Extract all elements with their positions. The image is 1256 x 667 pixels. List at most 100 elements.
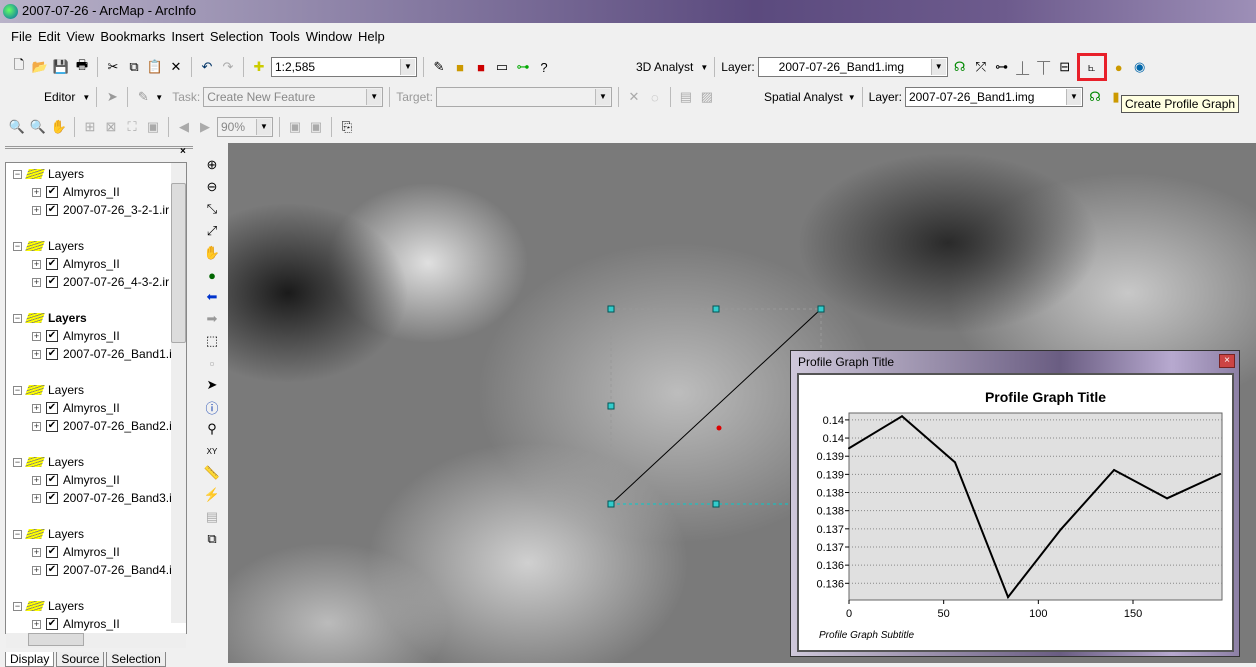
expand-icon[interactable]: + <box>32 187 41 197</box>
open-icon[interactable]: 📂 <box>31 58 49 76</box>
full-extent-icon[interactable]: ● <box>203 266 221 284</box>
3d-layer-combo[interactable]: 2007-07-26_Band1.img ▼ <box>757 57 948 77</box>
tab-selection[interactable]: Selection <box>106 652 166 667</box>
data-frame-row[interactable]: − Layers <box>13 239 84 253</box>
data-frame-row[interactable]: − Layers <box>13 383 84 397</box>
paste-icon[interactable]: 📋 <box>146 58 164 76</box>
html-popup-icon[interactable]: ▤ <box>203 508 221 526</box>
close-icon[interactable]: × <box>180 146 186 157</box>
layer-visibility-checkbox[interactable]: ✔ <box>46 204 58 216</box>
measure-icon[interactable]: 📏 <box>203 464 221 482</box>
expand-icon[interactable]: + <box>32 205 41 215</box>
layer-visibility-checkbox[interactable]: ✔ <box>46 276 58 288</box>
arccatalog-icon[interactable]: ■ <box>451 58 469 76</box>
expand-icon[interactable]: + <box>32 259 41 269</box>
menu-window[interactable]: Window <box>303 29 355 47</box>
collapse-icon[interactable]: − <box>13 457 22 467</box>
close-button[interactable]: × <box>1219 354 1235 368</box>
chevron-down-icon[interactable]: ▼ <box>1066 89 1081 105</box>
expand-icon[interactable]: + <box>32 493 41 503</box>
edit-tool-icon[interactable]: ➤ <box>103 88 121 106</box>
sa-layer-combo[interactable]: 2007-07-26_Band1.img ▼ <box>905 87 1083 107</box>
fixed-zoom-out-icon[interactable]: ⤢ <box>203 222 221 240</box>
expand-icon[interactable]: + <box>32 349 41 359</box>
cut-icon[interactable]: ✂ <box>104 58 122 76</box>
zoom-percent-combo[interactable]: 90% ▼ <box>217 117 273 137</box>
collapse-icon[interactable]: − <box>13 601 22 611</box>
new-icon[interactable]: 🗋 <box>10 57 28 76</box>
layer-visibility-checkbox[interactable]: ✔ <box>46 474 58 486</box>
modelbuilder-icon[interactable]: ⊶ <box>514 58 532 76</box>
zoom-in-layout-icon[interactable]: 🔍 <box>8 118 26 136</box>
layer-visibility-checkbox[interactable]: ✔ <box>46 330 58 342</box>
chevron-down-icon[interactable]: ▼ <box>594 89 610 105</box>
data-frame-row[interactable]: − Layers <box>13 311 87 325</box>
expand-icon[interactable]: + <box>32 331 41 341</box>
line-of-sight-icon[interactable]: ⊶ <box>993 58 1011 76</box>
data-frame-row[interactable]: − Layers <box>13 455 84 469</box>
task-combo[interactable]: Create New Feature ▼ <box>203 87 384 107</box>
zoom-whole-page-icon[interactable]: ⛶ <box>123 118 141 136</box>
layer-visibility-checkbox[interactable]: ✔ <box>46 348 58 360</box>
layer-row[interactable]: + ✔ 2007-07-26_4-3-2.ir <box>32 275 169 289</box>
chevron-down-icon[interactable]: ▼ <box>930 59 946 75</box>
zoom-out-icon[interactable]: ⊖ <box>203 178 221 196</box>
sketch-properties-icon[interactable]: ▨ <box>698 88 716 106</box>
expand-icon[interactable]: + <box>32 547 41 557</box>
zoom-out-layout-icon[interactable]: 🔍 <box>29 118 47 136</box>
fixed-zoom-in-icon[interactable]: ⊞ <box>81 118 99 136</box>
sketch-tool-icon[interactable]: ✎ <box>134 88 152 106</box>
contour-icon[interactable]: ☊ <box>1086 88 1104 106</box>
pan-layout-icon[interactable]: ✋ <box>50 118 68 136</box>
3d-analyst-menu[interactable]: 3D Analyst <box>632 60 697 74</box>
expand-icon[interactable]: + <box>32 277 41 287</box>
layer-visibility-checkbox[interactable]: ✔ <box>46 402 58 414</box>
expand-icon[interactable]: + <box>32 565 41 575</box>
menu-tools[interactable]: Tools <box>266 29 302 47</box>
layer-row[interactable]: + ✔ Almyros_II <box>32 185 120 199</box>
menu-selection[interactable]: Selection <box>207 29 266 47</box>
tab-display[interactable]: Display <box>5 652 55 667</box>
split-tool-icon[interactable]: ✕ <box>625 88 643 106</box>
arctoolbox-icon[interactable]: ■ <box>472 58 490 76</box>
editor-toolbar-icon[interactable]: ✎ <box>430 58 448 76</box>
menu-help[interactable]: Help <box>355 29 388 47</box>
add-data-icon[interactable]: ✚ <box>250 58 268 76</box>
collapse-icon[interactable]: − <box>13 169 22 179</box>
pan-icon[interactable]: ✋ <box>203 244 221 262</box>
layer-visibility-checkbox[interactable]: ✔ <box>46 546 58 558</box>
select-elements-icon[interactable]: ➤ <box>203 376 221 394</box>
clear-selection-icon[interactable]: ▫ <box>203 354 221 372</box>
menu-bookmarks[interactable]: Bookmarks <box>97 29 168 47</box>
copy-icon[interactable]: ⧉ <box>125 58 143 76</box>
editor-menu[interactable]: Editor <box>40 90 79 104</box>
layer-visibility-checkbox[interactable]: ✔ <box>46 492 58 504</box>
command-line-icon[interactable]: ▭ <box>493 58 511 76</box>
layer-row[interactable]: + ✔ 2007-07-26_Band2.i <box>32 419 172 433</box>
rotate-tool-icon[interactable]: ◌ <box>646 88 664 106</box>
fixed-zoom-in-icon[interactable]: ⤡ <box>203 200 221 218</box>
delete-icon[interactable]: ✕ <box>167 58 185 76</box>
layer-row[interactable]: + ✔ Almyros_II <box>32 329 120 343</box>
layer-row[interactable]: + ✔ 2007-07-26_Band3.i <box>32 491 172 505</box>
expand-icon[interactable]: + <box>32 619 41 629</box>
chevron-down-icon[interactable]: ▼ <box>400 59 415 75</box>
expand-icon[interactable]: + <box>32 475 41 485</box>
forward-arrow-icon[interactable]: ➡ <box>203 310 221 328</box>
chevron-down-icon[interactable]: ▼ <box>366 89 382 105</box>
arcscene-icon[interactable]: ● <box>1110 58 1128 76</box>
identify-icon[interactable]: ⓘ <box>203 398 221 416</box>
spatial-analyst-menu[interactable]: Spatial Analyst <box>762 90 845 104</box>
whats-this-icon[interactable]: ? <box>535 58 553 76</box>
layer-visibility-checkbox[interactable]: ✔ <box>46 186 58 198</box>
layer-row[interactable]: + ✔ 2007-07-26_3-2-1.ir <box>32 203 169 217</box>
layer-row[interactable]: + ✔ Almyros_II <box>32 401 120 415</box>
back-arrow-icon[interactable]: ⬅ <box>203 288 221 306</box>
toc-horizontal-scrollbar[interactable] <box>6 633 186 648</box>
collapse-icon[interactable]: − <box>13 241 22 251</box>
fixed-zoom-out-icon[interactable]: ⊠ <box>102 118 120 136</box>
expand-icon[interactable]: + <box>32 421 41 431</box>
layer-row[interactable]: + ✔ 2007-07-26_Band1.i <box>32 347 172 361</box>
toc-vertical-scrollbar[interactable] <box>171 163 186 623</box>
layer-row[interactable]: + ✔ 2007-07-26_Band4.i <box>32 563 172 577</box>
